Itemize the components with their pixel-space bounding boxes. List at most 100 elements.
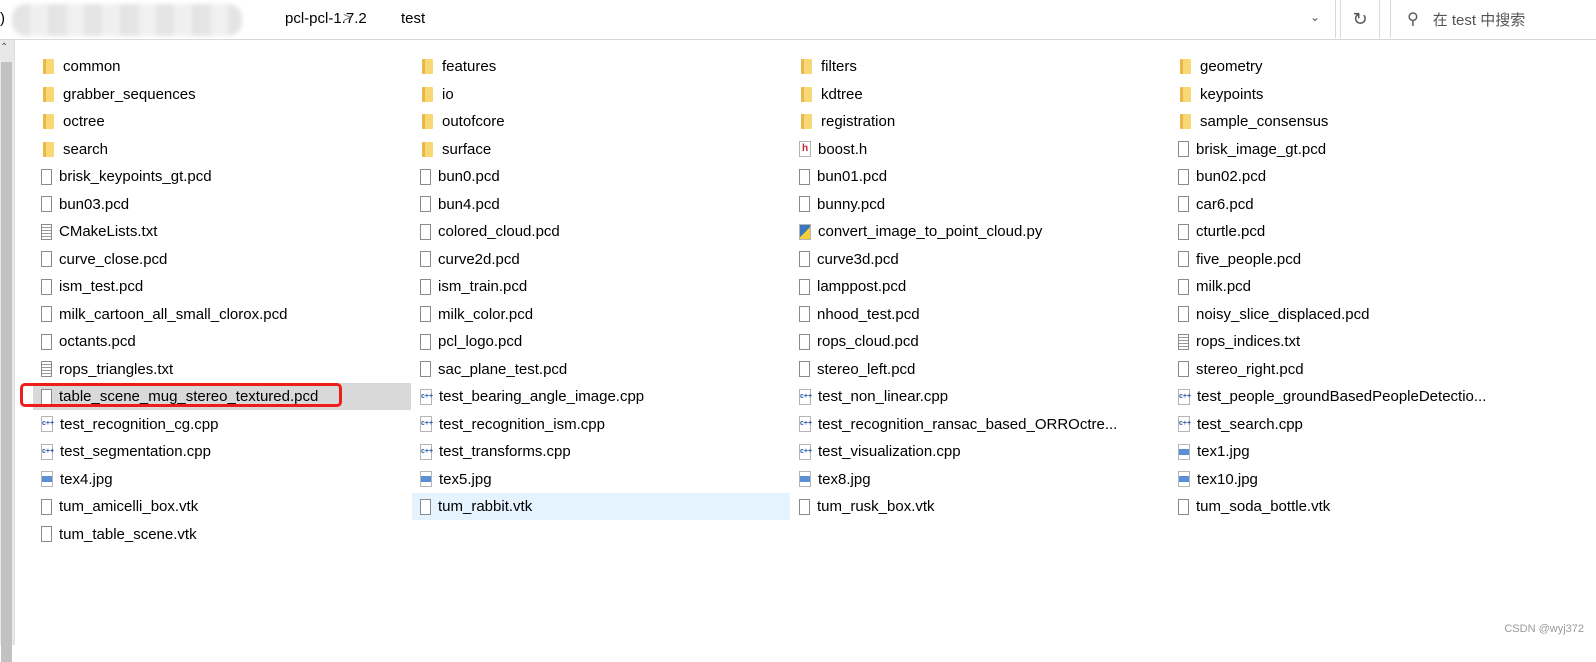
item-label: registration: [821, 113, 896, 130]
address-bar[interactable]: ) pcl-pcl-1.7.2 > test: [0, 0, 1336, 38]
folder-icon: [1180, 59, 1191, 74]
file-item[interactable]: tex8.jpg: [791, 466, 1169, 493]
file-item[interactable]: nhood_test.pcd: [791, 301, 1169, 328]
file-item[interactable]: c++ test_segmentation.cpp: [33, 438, 411, 465]
item-label: ism_train.pcd: [438, 278, 528, 295]
file-item[interactable]: colored_cloud.pcd: [412, 218, 790, 245]
folder-item[interactable]: surface: [412, 136, 790, 163]
file-item[interactable]: c++ test_visualization.cpp: [791, 438, 1169, 465]
item-label: colored_cloud.pcd: [438, 223, 560, 240]
file-item[interactable]: c++ test_search.cpp: [1170, 411, 1590, 438]
file-item[interactable]: car6.pcd: [1170, 191, 1590, 218]
folder-item[interactable]: kdtree: [791, 81, 1169, 108]
folder-item[interactable]: outofcore: [412, 108, 790, 135]
watermark: CSDN @wyj372: [1504, 623, 1584, 635]
file-item[interactable]: rops_indices.txt: [1170, 328, 1590, 355]
file-item[interactable]: rops_cloud.pcd: [791, 328, 1169, 355]
folder-item[interactable]: keypoints: [1170, 81, 1590, 108]
file-item[interactable]: c++ test_bearing_angle_image.cpp: [412, 383, 790, 410]
item-label: octants.pcd: [59, 333, 136, 350]
file-item[interactable]: ism_train.pcd: [412, 273, 790, 300]
file-item[interactable]: lamppost.pcd: [791, 273, 1169, 300]
item-label: five_people.pcd: [1196, 250, 1302, 268]
file-item[interactable]: tum_table_scene.vtk: [33, 521, 411, 548]
cpp-icon: c++: [799, 388, 812, 405]
file-item[interactable]: c++ test_transforms.cpp: [412, 438, 790, 465]
file-item[interactable]: sac_plane_test.pcd: [412, 356, 790, 383]
folder-item[interactable]: search: [33, 136, 411, 163]
file-item[interactable]: pcl_logo.pcd: [412, 328, 790, 355]
file-item[interactable]: h boost.h: [791, 136, 1169, 163]
breadcrumb-pcl[interactable]: pcl-pcl-1.7.2: [285, 10, 367, 27]
file-item[interactable]: curve_close.pcd: [33, 246, 411, 273]
search-box[interactable]: ⚲ 在 test 中搜索: [1390, 0, 1596, 38]
chevron-down-icon[interactable]: ⌄: [1310, 10, 1320, 24]
file-item[interactable]: c++ test_recognition_ism.cpp: [412, 411, 790, 438]
file-item[interactable]: ism_test.pcd: [33, 273, 411, 300]
file-item[interactable]: tex10.jpg: [1170, 466, 1590, 493]
folder-item[interactable]: octree: [33, 108, 411, 135]
file-item[interactable]: stereo_right.pcd: [1170, 356, 1590, 383]
file-item[interactable]: c++ test_recognition_ransac_based_ORROctr…: [791, 411, 1169, 438]
file-item[interactable]: brisk_keypoints_gt.pcd: [33, 163, 411, 190]
file-icon: [1178, 223, 1189, 240]
scroll-up-icon[interactable]: ⌃: [0, 42, 8, 53]
file-item[interactable]: tum_rusk_box.vtk: [791, 493, 1169, 520]
file-item[interactable]: curve2d.pcd: [412, 246, 790, 273]
refresh-button[interactable]: ↻: [1340, 0, 1380, 38]
file-item[interactable]: tex4.jpg: [33, 466, 411, 493]
file-item[interactable]: rops_triangles.txt: [33, 356, 411, 383]
file-item[interactable]: milk_cartoon_all_small_clorox.pcd: [33, 301, 411, 328]
folder-item[interactable]: filters: [791, 53, 1169, 80]
file-item[interactable]: bun02.pcd: [1170, 163, 1590, 190]
file-item[interactable]: bunny.pcd: [791, 191, 1169, 218]
folder-icon: [43, 141, 54, 157]
file-item[interactable]: octants.pcd: [33, 328, 411, 355]
folder-item[interactable]: sample_consensus: [1170, 108, 1590, 135]
folder-item[interactable]: io: [412, 81, 790, 108]
file-item[interactable]: milk_color.pcd: [412, 301, 790, 328]
file-item[interactable]: five_people.pcd: [1170, 246, 1590, 273]
file-item[interactable]: tum_amicelli_box.vtk: [33, 493, 411, 520]
item-label: filters: [821, 58, 857, 75]
file-item[interactable]: c++ test_non_linear.cpp: [791, 383, 1169, 410]
file-item[interactable]: tum_soda_bottle.vtk: [1170, 493, 1590, 520]
breadcrumb-separator-icon[interactable]: >: [343, 9, 351, 25]
file-item[interactable]: tum_rabbit.vtk: [412, 493, 790, 520]
breadcrumb-test[interactable]: test: [401, 10, 425, 27]
file-item[interactable]: c++ test_recognition_cg.cpp: [33, 411, 411, 438]
item-label: ism_test.pcd: [59, 278, 144, 295]
file-item[interactable]: bun4.pcd: [412, 191, 790, 218]
item-label: noisy_slice_displaced.pcd: [1196, 305, 1370, 323]
file-icon: [41, 196, 52, 212]
item-label: lamppost.pcd: [817, 278, 907, 295]
file-item[interactable]: curve3d.pcd: [791, 246, 1169, 273]
file-item[interactable]: bun0.pcd: [412, 163, 790, 190]
scrollbar-thumb[interactable]: [1, 62, 12, 662]
item-label: test_recognition_ism.cpp: [439, 415, 605, 433]
file-item[interactable]: c++ test_people_groundBasedPeopleDetectio…: [1170, 383, 1590, 410]
file-item[interactable]: tex5.jpg: [412, 466, 790, 493]
folder-item[interactable]: common: [33, 53, 411, 80]
folder-item[interactable]: registration: [791, 108, 1169, 135]
file-item[interactable]: cturtle.pcd: [1170, 218, 1590, 245]
folder-item[interactable]: geometry: [1170, 53, 1590, 80]
file-item[interactable]: brisk_image_gt.pcd: [1170, 136, 1590, 163]
folder-item[interactable]: grabber_sequences: [33, 81, 411, 108]
file-item[interactable]: milk.pcd: [1170, 273, 1590, 300]
file-item[interactable]: noisy_slice_displaced.pcd: [1170, 301, 1590, 328]
item-label: test_transforms.cpp: [439, 443, 571, 460]
file-item[interactable]: convert_image_to_point_cloud.py: [791, 218, 1169, 245]
file-item[interactable]: CMakeLists.txt: [33, 218, 411, 245]
file-item[interactable]: bun03.pcd: [33, 191, 411, 218]
folder-item[interactable]: features: [412, 53, 790, 80]
file-item[interactable]: stereo_left.pcd: [791, 356, 1169, 383]
file-item[interactable]: bun01.pcd: [791, 163, 1169, 190]
scrollbar[interactable]: ⌃: [0, 40, 15, 662]
file-item[interactable]: tex1.jpg: [1170, 438, 1590, 465]
item-label: geometry: [1200, 58, 1263, 75]
search-input[interactable]: 在 test 中搜索: [1433, 9, 1526, 30]
item-label: search: [63, 140, 109, 158]
h-icon: h: [799, 141, 811, 157]
item-label: features: [442, 58, 497, 75]
